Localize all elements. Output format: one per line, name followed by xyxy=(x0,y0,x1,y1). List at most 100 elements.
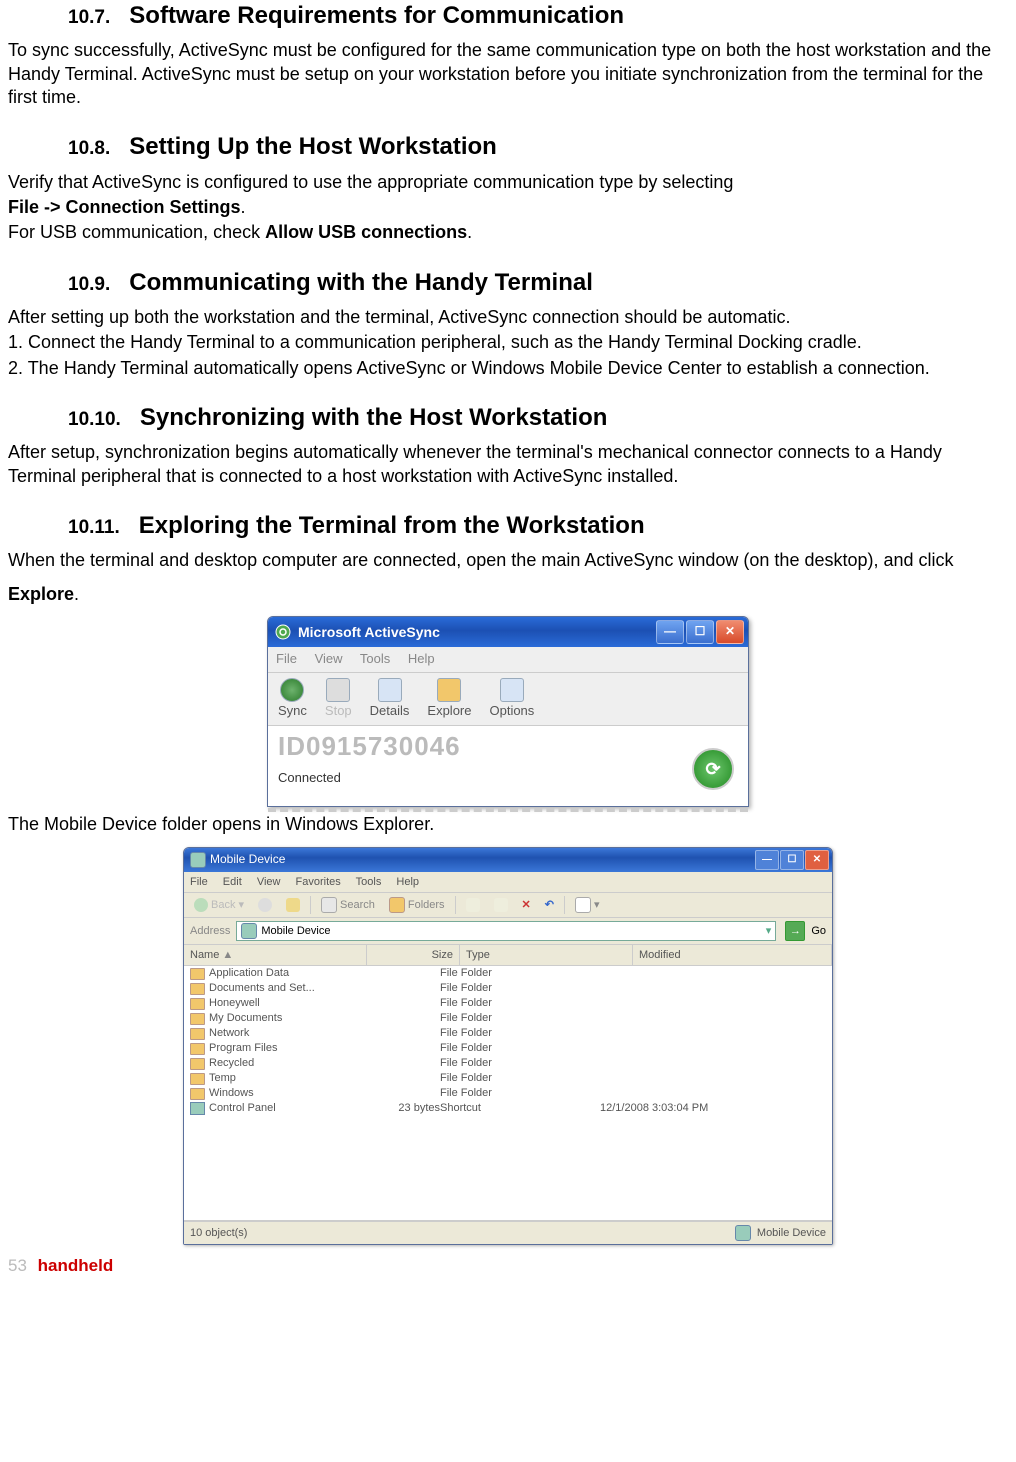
mobile-device-icon xyxy=(190,852,206,868)
section-heading-10-9: 10.9. Communicating with the Handy Termi… xyxy=(8,267,1008,298)
close-button[interactable]: ✕ xyxy=(716,620,744,644)
menu-tools[interactable]: Tools xyxy=(356,876,382,888)
plain-text: When the terminal and desktop computer a… xyxy=(8,550,954,570)
windows-flag-icon xyxy=(800,875,814,889)
views-icon xyxy=(575,897,591,913)
toolbar-sync-button[interactable]: Sync xyxy=(274,677,311,721)
paragraph: To sync successfully, ActiveSync must be… xyxy=(8,39,1008,109)
page-footer: 53 handheld xyxy=(8,1255,1008,1277)
minimize-button[interactable]: — xyxy=(755,850,779,870)
file-name: Temp xyxy=(209,1071,236,1086)
details-icon xyxy=(378,678,402,702)
views-button[interactable]: ▾ xyxy=(571,896,604,914)
paragraph: The Mobile Device folder opens in Window… xyxy=(8,813,1008,836)
file-size xyxy=(360,981,440,996)
header-type[interactable]: Type xyxy=(460,945,633,965)
list-item[interactable]: My DocumentsFile Folder xyxy=(184,1011,832,1026)
section-title: Communicating with the Handy Terminal xyxy=(129,267,593,298)
file-modified xyxy=(600,981,826,996)
toolbar-label: Options xyxy=(489,703,534,720)
list-item[interactable]: HoneywellFile Folder xyxy=(184,996,832,1011)
file-type: File Folder xyxy=(440,981,600,996)
dropdown-icon[interactable]: ▾ xyxy=(766,924,772,938)
menu-file[interactable]: File xyxy=(276,651,297,666)
connection-status: Connected xyxy=(278,770,738,787)
list-item[interactable]: TempFile Folder xyxy=(184,1071,832,1086)
file-type: File Folder xyxy=(440,996,600,1011)
go-label: Go xyxy=(811,924,826,938)
section-number: 10.7. xyxy=(68,6,110,31)
maximize-button[interactable]: ☐ xyxy=(686,620,714,644)
menu-help[interactable]: Help xyxy=(396,876,419,888)
folder-icon xyxy=(190,983,205,995)
plain-text: For USB communication, check xyxy=(8,222,265,242)
list-item[interactable]: Program FilesFile Folder xyxy=(184,1041,832,1056)
list-item[interactable]: NetworkFile Folder xyxy=(184,1026,832,1041)
torn-edge-decoration xyxy=(268,800,748,812)
delete-button[interactable]: ✕ xyxy=(518,897,535,913)
address-value: Mobile Device xyxy=(261,924,330,938)
paragraph: After setting up both the workstation an… xyxy=(8,306,1008,329)
titlebar: Microsoft ActiveSync — ☐ ✕ xyxy=(268,617,748,647)
close-button[interactable]: ✕ xyxy=(805,850,829,870)
plain-text: . xyxy=(241,197,246,217)
titlebar: Mobile Device — ☐ ✕ xyxy=(184,848,832,872)
maximize-button[interactable]: ☐ xyxy=(780,850,804,870)
menu-favorites[interactable]: Favorites xyxy=(296,876,341,888)
list-item[interactable]: Documents and Set...File Folder xyxy=(184,981,832,996)
toolbar-options-button[interactable]: Options xyxy=(485,677,538,721)
paragraph: Verify that ActiveSync is configured to … xyxy=(8,171,1008,194)
menu-view[interactable]: View xyxy=(257,876,281,888)
list-item[interactable]: Application DataFile Folder xyxy=(184,966,832,981)
menu-edit[interactable]: Edit xyxy=(223,876,242,888)
undo-button[interactable]: ↶ xyxy=(541,897,558,913)
file-name: Recycled xyxy=(209,1056,254,1071)
folders-button[interactable]: Folders xyxy=(385,896,449,914)
delete-icon: ✕ xyxy=(522,898,531,912)
file-name: My Documents xyxy=(209,1011,282,1026)
file-modified xyxy=(600,1011,826,1026)
list-item[interactable]: Control Panel23 bytesShortcut12/1/2008 3… xyxy=(184,1101,832,1116)
section-title: Synchronizing with the Host Workstation xyxy=(140,402,608,433)
file-size xyxy=(360,996,440,1011)
address-bar: Address Mobile Device ▾ → Go xyxy=(184,918,832,945)
copy-to-button[interactable] xyxy=(462,897,484,913)
menu-tools[interactable]: Tools xyxy=(360,651,390,666)
header-size[interactable]: Size xyxy=(367,945,460,965)
file-list[interactable]: Application DataFile Folder Documents an… xyxy=(184,966,832,1220)
file-size: 23 bytes xyxy=(360,1101,440,1116)
section-title: Setting Up the Host Workstation xyxy=(129,131,497,162)
file-modified xyxy=(600,996,826,1011)
activesync-window: Microsoft ActiveSync — ☐ ✕ File View Too… xyxy=(267,616,749,807)
file-size xyxy=(360,966,440,981)
toolbar-details-button[interactable]: Details xyxy=(366,677,414,721)
search-button[interactable]: Search xyxy=(317,896,379,914)
move-to-button[interactable] xyxy=(490,897,512,913)
paragraph: After setup, synchronization begins auto… xyxy=(8,441,1008,488)
file-type: File Folder xyxy=(440,1026,600,1041)
search-icon xyxy=(321,897,337,913)
minimize-button[interactable]: — xyxy=(656,620,684,644)
list-item[interactable]: WindowsFile Folder xyxy=(184,1086,832,1101)
bold-text: Explore xyxy=(8,584,74,604)
menu-file[interactable]: File xyxy=(190,876,208,888)
status-object-count: 10 object(s) xyxy=(190,1226,247,1240)
window-title: Mobile Device xyxy=(210,852,285,868)
list-item[interactable]: RecycledFile Folder xyxy=(184,1056,832,1071)
section-number: 10.11. xyxy=(68,516,120,541)
toolbar-label: Explore xyxy=(427,703,471,720)
toolbar-explore-button[interactable]: Explore xyxy=(423,677,475,721)
menu-help[interactable]: Help xyxy=(408,651,435,666)
header-modified[interactable]: Modified xyxy=(633,945,832,965)
go-button[interactable]: → xyxy=(785,921,805,941)
menu-view[interactable]: View xyxy=(315,651,343,666)
explore-icon xyxy=(437,678,461,702)
section-number: 10.8. xyxy=(68,137,110,162)
paragraph: When the terminal and desktop computer a… xyxy=(8,549,1008,572)
header-name[interactable]: Name ▲ xyxy=(184,945,367,965)
address-label: Address xyxy=(190,924,230,938)
bold-text: File -> Connection Settings xyxy=(8,197,241,217)
explorer-window: Mobile Device — ☐ ✕ File Edit View Favor… xyxy=(183,847,833,1246)
sort-indicator-icon: ▲ xyxy=(222,948,233,962)
address-input[interactable]: Mobile Device ▾ xyxy=(236,921,776,941)
